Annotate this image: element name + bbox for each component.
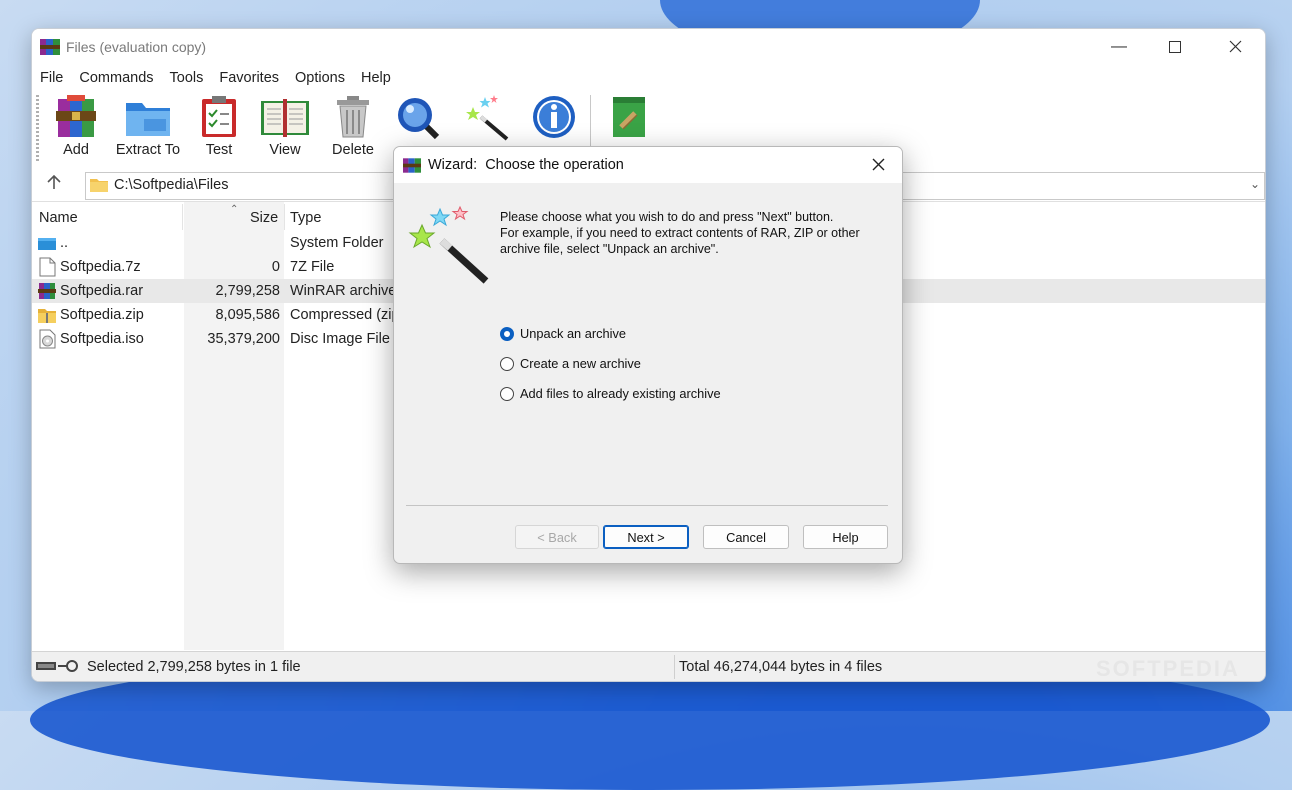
menu-help[interactable]: Help <box>353 67 399 89</box>
view-label: View <box>269 142 301 158</box>
radio-unselected-icon[interactable] <box>500 387 514 401</box>
folder-icon <box>90 179 108 192</box>
close-icon <box>1229 40 1241 53</box>
wizard-dialog: Wizard: Choose the operation Please choo… <box>393 146 903 564</box>
close-icon <box>872 158 884 171</box>
delete-button[interactable]: Delete <box>328 95 378 161</box>
view-button[interactable]: View <box>256 95 314 161</box>
arrow-up-icon <box>47 174 61 189</box>
drive-key-icon <box>36 660 78 672</box>
dialog-close-button[interactable] <box>864 152 892 178</box>
file-size: 2,799,258 <box>215 283 280 299</box>
radio-unselected-icon[interactable] <box>500 357 514 371</box>
window-title: Files (evaluation copy) <box>66 39 207 55</box>
zip-archive-icon <box>38 309 56 323</box>
dialog-divider <box>406 505 888 506</box>
status-bar: Selected 2,799,258 bytes in 1 file Total… <box>32 651 1265 681</box>
test-label: Test <box>205 142 233 158</box>
file-name: .. <box>60 235 69 251</box>
parent-folder-icon <box>38 238 56 250</box>
column-divider[interactable] <box>182 204 183 230</box>
status-divider <box>674 655 675 679</box>
up-folder-button[interactable] <box>44 173 66 195</box>
view-book-icon <box>261 99 309 137</box>
column-header-type[interactable]: Type <box>290 210 321 226</box>
wizard-wand-icon <box>408 205 489 284</box>
test-button[interactable]: Test <box>196 95 242 161</box>
menu-tools[interactable]: Tools <box>162 67 212 89</box>
menu-file[interactable]: File <box>32 67 71 89</box>
menu-commands[interactable]: Commands <box>71 67 161 89</box>
next-button[interactable]: Next > <box>603 525 689 549</box>
wizard-wand-icon <box>466 95 509 141</box>
minimize-button[interactable]: — <box>1096 35 1142 59</box>
column-divider[interactable] <box>284 204 285 230</box>
rar-archive-icon <box>38 283 56 299</box>
instruction-line: For example, if you need to extract cont… <box>500 226 860 240</box>
info-icon <box>533 96 575 138</box>
dialog-title: Wizard: Choose the operation <box>428 157 624 173</box>
file-size: 8,095,586 <box>215 307 280 323</box>
file-name: Softpedia.zip <box>60 307 144 323</box>
menu-options[interactable]: Options <box>287 67 353 89</box>
trash-icon <box>337 96 369 138</box>
minimize-icon: — <box>1111 38 1127 55</box>
sort-ascending-icon: ⌃ <box>230 204 239 215</box>
file-name: Softpedia.7z <box>60 259 141 275</box>
softpedia-watermark: SOFTPEDIA <box>1096 656 1240 681</box>
column-header-size[interactable]: Size <box>250 210 278 226</box>
disc-image-icon <box>39 329 56 349</box>
file-icon <box>39 257 56 277</box>
file-type: Compressed (zip <box>290 307 400 323</box>
address-path: C:\Softpedia\Files <box>114 177 229 193</box>
file-name: Softpedia.iso <box>60 331 144 347</box>
winrar-app-icon <box>403 158 421 173</box>
option-label: Add files to already existing archive <box>520 386 721 401</box>
repair-kit-icon <box>613 97 645 137</box>
extract-folder-icon <box>126 103 170 136</box>
find-magnifier-icon <box>398 98 440 140</box>
toolbar-grip[interactable] <box>36 95 39 161</box>
maximize-button[interactable] <box>1152 35 1198 59</box>
test-clipboard-icon <box>202 96 236 137</box>
status-total: Total 46,274,044 bytes in 4 files <box>679 659 883 675</box>
file-type: 7Z File <box>290 259 335 275</box>
title-bar: Files (evaluation copy) — <box>32 29 1265 65</box>
file-size: 0 <box>271 259 280 275</box>
add-archive-icon <box>56 95 96 137</box>
instruction-line: Please choose what you wish to do and pr… <box>500 210 834 224</box>
cancel-button[interactable]: Cancel <box>703 525 789 549</box>
status-selection: Selected 2,799,258 bytes in 1 file <box>87 659 301 675</box>
file-type: WinRAR archive <box>290 283 397 299</box>
dialog-title-bar: Wizard: Choose the operation <box>394 147 902 183</box>
instruction-line: archive file, select "Unpack an archive"… <box>500 242 719 256</box>
back-button[interactable]: < Back <box>515 525 599 549</box>
menu-favorites[interactable]: Favorites <box>211 67 287 89</box>
extract-to-button[interactable]: Extract To <box>112 95 184 161</box>
file-type: System Folder <box>290 235 384 251</box>
extract-to-label: Extract To <box>115 142 181 158</box>
option-label: Create a new archive <box>520 356 641 371</box>
maximize-icon <box>1169 41 1181 53</box>
file-size: 35,379,200 <box>207 331 280 347</box>
file-name: Softpedia.rar <box>60 283 144 299</box>
menu-bar: File Commands Tools Favorites Options Help <box>32 67 1265 89</box>
add-button[interactable]: Add <box>50 95 102 161</box>
wizard-instructions: Please choose what you wish to do and pr… <box>500 209 890 257</box>
file-type: Disc Image File <box>290 331 390 347</box>
close-window-button[interactable] <box>1212 35 1258 59</box>
winrar-app-icon <box>40 39 60 55</box>
option-label: Unpack an archive <box>520 326 626 341</box>
add-label: Add <box>63 142 89 158</box>
delete-label: Delete <box>332 142 374 158</box>
radio-selected-icon[interactable] <box>500 327 514 341</box>
column-header-name[interactable]: Name <box>39 210 78 226</box>
help-button[interactable]: Help <box>803 525 888 549</box>
chevron-down-icon[interactable]: ⌄ <box>1250 177 1260 191</box>
